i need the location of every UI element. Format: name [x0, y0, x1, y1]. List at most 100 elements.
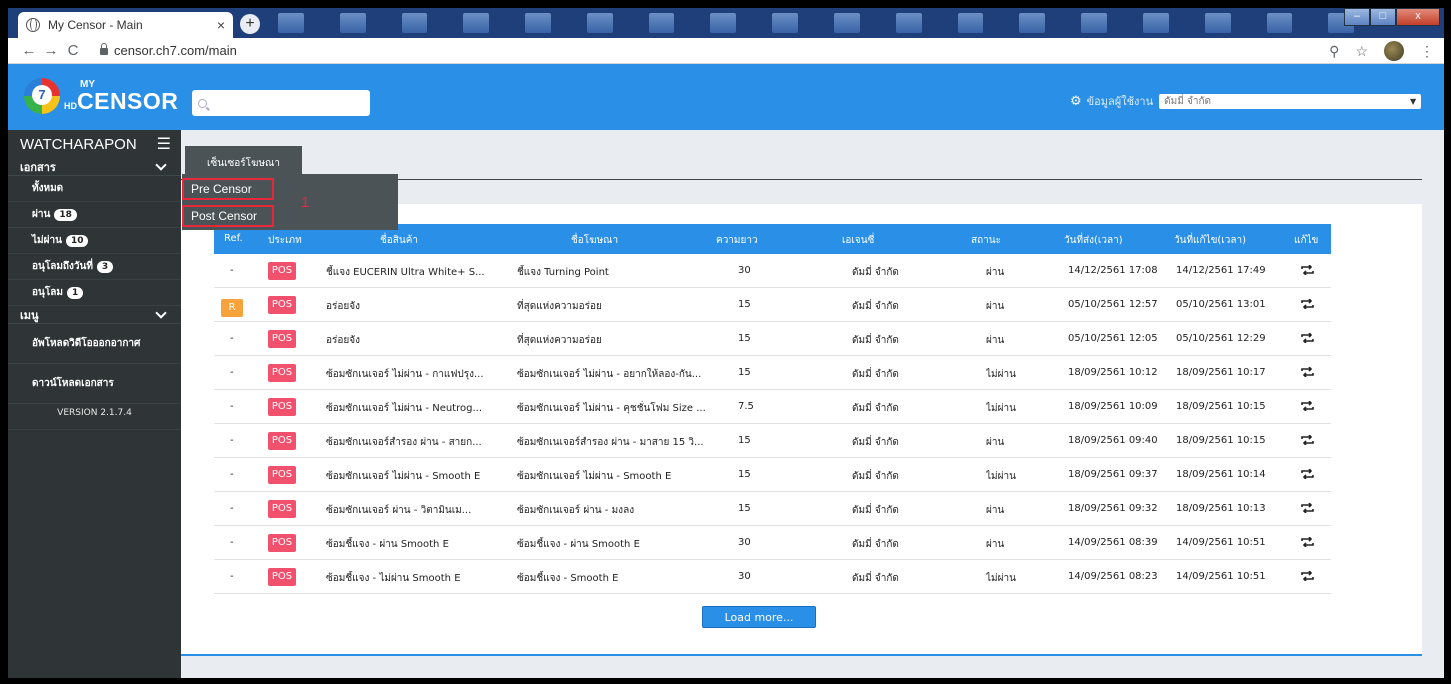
edit-icon[interactable]: [1301, 333, 1314, 343]
edit-icon[interactable]: [1301, 401, 1314, 411]
user-info: ⚙ ข้อมูลผู้ใช้งาน ดัมมี่ จำกัด ▼: [1070, 92, 1422, 110]
new-tab-button[interactable]: +: [240, 14, 260, 34]
search-input[interactable]: [211, 96, 361, 110]
sidebar-item-failed[interactable]: ไม่ผ่าน 10: [8, 228, 181, 254]
edit-icon[interactable]: [1301, 571, 1314, 581]
edit-icon[interactable]: [1301, 435, 1314, 445]
reload-button[interactable]: C: [62, 42, 84, 59]
table-row[interactable]: - POS ซ้อมซักเนเจอร์ ไม่ผ่าน - กาแฟปรุง...…: [214, 356, 1331, 390]
table-row[interactable]: - POS ซ้อมซักเนเจอร์ ไม่ผ่าน - Neutrog... ซ…: [214, 390, 1331, 424]
cell-agency: ดัมมี่ จำกัด: [852, 369, 899, 380]
edit-icon[interactable]: [1301, 469, 1314, 479]
url-field[interactable]: censor.ch7.com/main: [114, 43, 237, 58]
file-icon: [772, 13, 799, 33]
file-icon: [895, 13, 922, 33]
agency-select[interactable]: ดัมมี่ จำกัด ▼: [1159, 93, 1422, 109]
table-row[interactable]: R POS อร่อยจัง ที่สุดแห่งความอร่อย 15 ดัมมี่ …: [214, 288, 1331, 322]
type-badge: POS: [268, 296, 296, 314]
cell-length: 15: [738, 435, 751, 446]
hamburger-icon[interactable]: ☰: [157, 134, 171, 154]
col-product[interactable]: ชื่อสินค้า: [380, 233, 418, 248]
table-row[interactable]: - POS ซ้อมซักเนเจอร์ ไม่ผ่าน - Smooth E ซ้อ…: [214, 458, 1331, 492]
back-button[interactable]: ←: [18, 42, 40, 59]
cell-edited-date: 18/09/2561 10:15: [1176, 435, 1266, 446]
gear-icon[interactable]: ⚙: [1070, 94, 1082, 109]
cell-product: ซ้อมซักเนเจอร์ ผ่าน - วิตามินเม...: [326, 505, 472, 516]
table-row[interactable]: - POS ซ้อมซักเนเจอร์ ผ่าน - วิตามินเม... ซ้…: [214, 492, 1331, 526]
bookmark-star-icon[interactable]: ☆: [1355, 43, 1368, 60]
forward-button[interactable]: →: [40, 42, 62, 59]
cell-agency: ดัมมี่ จำกัด: [852, 335, 899, 346]
profile-avatar[interactable]: [1384, 41, 1404, 61]
cell-status: ผ่าน: [986, 437, 1005, 448]
file-icon: [1204, 13, 1231, 33]
col-ad-name[interactable]: ชื่อโฆษณา: [571, 233, 618, 248]
edit-icon[interactable]: [1301, 367, 1314, 377]
edit-icon[interactable]: [1301, 537, 1314, 547]
cell-ref: -: [230, 367, 234, 378]
edit-icon[interactable]: [1301, 299, 1314, 309]
cell-status: ไม่ผ่าน: [986, 471, 1016, 482]
edit-icon[interactable]: [1301, 265, 1314, 275]
username: WATCHARAPON: [20, 135, 137, 153]
minimize-button[interactable]: –: [1344, 8, 1370, 26]
table-row[interactable]: - POS ซ้อมชี้แจง - ไม่ผ่าน Smooth E ซ้อมชี้…: [214, 560, 1331, 594]
col-edited-date[interactable]: วันที่แก้ไข(เวลา): [1174, 233, 1246, 248]
window-close-button[interactable]: x: [1396, 8, 1440, 26]
table-row[interactable]: - POS ชี้แจง EUCERIN Ultra White+ S... ชี้แ…: [214, 254, 1331, 288]
cell-product: ซ้อมชี้แจง - ผ่าน Smooth E: [326, 539, 449, 550]
sidebar-item-label: ไม่ผ่าน: [32, 235, 62, 246]
browser-menu-icon[interactable]: ⋮: [1420, 43, 1434, 60]
type-badge: POS: [268, 364, 296, 382]
cell-product: ซ้อมซักเนเจอร์ ไม่ผ่าน - กาแฟปรุง...: [326, 369, 484, 380]
sidebar-section-documents[interactable]: เอกสาร: [8, 158, 181, 176]
menu-item-post-censor[interactable]: Post Censor: [182, 205, 274, 227]
cell-ad-name: ชี้แจง Turning Point: [517, 267, 609, 278]
app-logo[interactable]: 7 MY HDCENSOR: [24, 78, 178, 114]
sidebar-user: WATCHARAPON ☰: [8, 130, 181, 158]
sidebar-item-upload[interactable]: อัพโหลดวิดีโอออกอากาศ: [8, 324, 181, 364]
file-icon: [648, 13, 675, 33]
table-row[interactable]: - POS ซ้อมชี้แจง - ผ่าน Smooth E ซ้อมชี้แจง…: [214, 526, 1331, 560]
tab-close-icon[interactable]: ×: [217, 17, 225, 33]
file-icon: [957, 13, 984, 33]
cell-edited-date: 18/09/2561 10:15: [1176, 401, 1266, 412]
cell-status: ผ่าน: [986, 301, 1005, 312]
sidebar-item-passed[interactable]: ผ่าน 18: [8, 202, 181, 228]
sidebar-item-all[interactable]: ทั้งหมด: [8, 176, 181, 202]
col-status[interactable]: สถานะ: [971, 233, 1001, 248]
sidebar-section-menu[interactable]: เมนู: [8, 306, 181, 324]
cell-edited-date: 05/10/2561 13:01: [1176, 299, 1266, 310]
type-badge: POS: [268, 500, 296, 518]
sidebar-item-download[interactable]: ดาวน์โหลดเอกสาร: [8, 364, 181, 404]
logo-censor: CENSOR: [77, 87, 179, 114]
col-length[interactable]: ความยาว: [716, 233, 758, 248]
ref-badge: R: [221, 299, 243, 317]
agency-select-value: ดัมมี่ จำกัด: [1164, 95, 1212, 107]
sidebar-item-allowed-until[interactable]: อนุโลมถึงวันที่ 3: [8, 254, 181, 280]
col-ref[interactable]: Ref.: [224, 233, 243, 244]
table-row[interactable]: - POS อร่อยจัง ที่สุดแห่งความอร่อย 15 ดัมมี่ …: [214, 322, 1331, 356]
cell-ref: -: [230, 571, 234, 582]
col-sent-date[interactable]: วันที่ส่ง(เวลา): [1064, 233, 1123, 248]
cell-sent-date: 18/09/2561 09:32: [1068, 503, 1158, 514]
sidebar-item-label: อนุโลมถึงวันที่: [32, 261, 93, 272]
cell-edited-date: 18/09/2561 10:13: [1176, 503, 1266, 514]
cell-product: ซ้อมซักเนเจอร์ ไม่ผ่าน - Smooth E: [326, 471, 481, 482]
address-bar: ← → C censor.ch7.com/main ⚲ ☆ ⋮: [8, 38, 1444, 64]
cell-product: อร่อยจัง: [326, 335, 360, 346]
col-type[interactable]: ประเภท: [268, 233, 302, 248]
cell-product: ซ้อมซักเนเจอร์สำรอง ผ่าน - สายก...: [326, 437, 482, 448]
cell-agency: ดัมมี่ จำกัด: [852, 301, 899, 312]
maximize-button[interactable]: □: [1370, 8, 1396, 26]
cell-edited-date: 05/10/2561 12:29: [1176, 333, 1266, 344]
zoom-icon[interactable]: ⚲: [1329, 43, 1339, 60]
browser-tab[interactable]: My Censor - Main ×: [18, 12, 233, 38]
table-row[interactable]: - POS ซ้อมซักเนเจอร์สำรอง ผ่าน - สายก... ซ้…: [214, 424, 1331, 458]
col-agency[interactable]: เอเจนซี่: [842, 233, 874, 248]
load-more-button[interactable]: Load more...: [702, 606, 816, 628]
sidebar-item-allowed[interactable]: อนุโลม 1: [8, 280, 181, 306]
menu-item-pre-censor[interactable]: Pre Censor: [182, 178, 274, 200]
edit-icon[interactable]: [1301, 503, 1314, 513]
type-badge: POS: [268, 568, 296, 586]
